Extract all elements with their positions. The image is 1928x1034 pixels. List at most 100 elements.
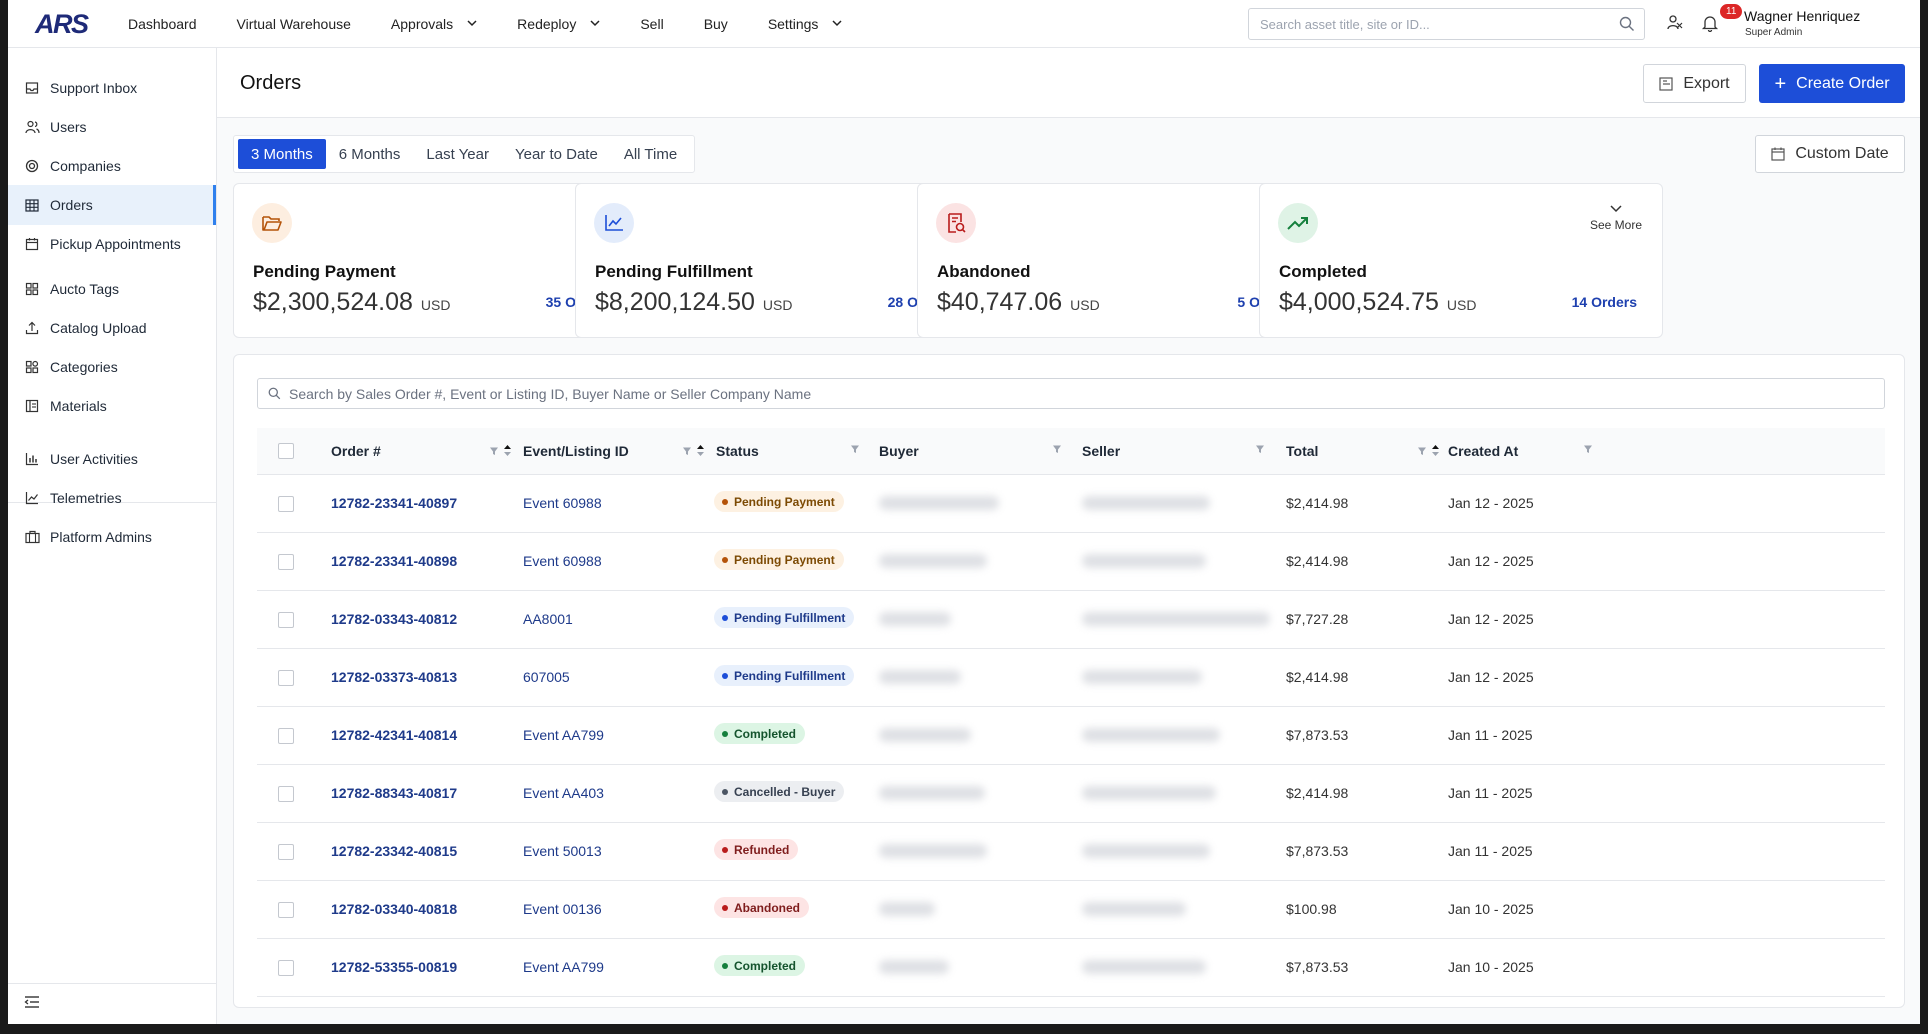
range-option-3-months[interactable]: 3 Months (238, 139, 326, 169)
order-number-link[interactable]: 12782-03373-40813 (331, 669, 457, 685)
table-row[interactable]: 12782-03343-40812 AA8001 Pending Fulfillme… (257, 591, 1885, 649)
column-header-order[interactable]: Order # (331, 443, 381, 459)
sort-icon[interactable] (696, 444, 705, 457)
sidebar-item-catalog-upload[interactable]: Catalog Upload (8, 308, 216, 348)
event-listing-link[interactable]: Event AA403 (523, 785, 604, 801)
sidebar-item-pickup-appointments[interactable]: Pickup Appointments (8, 224, 216, 264)
order-number-link[interactable]: 12782-03340-40818 (331, 901, 457, 917)
sidebar-item-aucto-tags[interactable]: Aucto Tags (8, 269, 216, 309)
export-button[interactable]: Export (1643, 64, 1746, 103)
event-listing-link[interactable]: Event 60988 (523, 553, 602, 569)
column-header-event-listing-id[interactable]: Event/Listing ID (523, 443, 629, 459)
custom-date-button[interactable]: Custom Date (1755, 135, 1905, 173)
order-number-link[interactable]: 12782-53355-00819 (331, 959, 457, 975)
row-checkbox[interactable] (278, 902, 294, 918)
order-number-link[interactable]: 12782-23342-40815 (331, 843, 457, 859)
nav-item-label: Dashboard (128, 16, 197, 32)
range-option-last-year[interactable]: Last Year (413, 139, 502, 169)
row-checkbox[interactable] (278, 786, 294, 802)
row-checkbox[interactable] (278, 960, 294, 976)
search-icon[interactable] (1619, 16, 1635, 37)
column-header-seller[interactable]: Seller (1082, 443, 1120, 459)
row-checkbox[interactable] (278, 554, 294, 570)
sidebar-item-support-inbox[interactable]: Support Inbox (8, 68, 216, 108)
sidebar-item-user-activities[interactable]: User Activities (8, 439, 216, 479)
status-label: Cancelled - Buyer (734, 784, 836, 799)
bell-icon[interactable] (1701, 14, 1719, 37)
column-header-created-at[interactable]: Created At (1448, 443, 1518, 459)
select-all-checkbox[interactable] (278, 443, 294, 459)
export-label: Export (1683, 74, 1730, 92)
sidebar-item-users[interactable]: Users (8, 107, 216, 147)
filter-icon[interactable] (1583, 444, 1593, 454)
filter-icon[interactable] (682, 446, 692, 456)
stat-card-title: Pending Payment (253, 262, 396, 281)
table-row[interactable]: 12782-53355-00819 Event AA799 Completed $7,… (257, 939, 1885, 997)
sidebar-item-materials[interactable]: Materials (8, 386, 216, 426)
orders-search[interactable] (257, 378, 1885, 409)
sidebar: Support Inbox Users Companies Orders Pickup … (8, 48, 217, 1024)
row-checkbox[interactable] (278, 496, 294, 512)
filter-icon[interactable] (489, 446, 499, 456)
order-number-link[interactable]: 12782-23341-40897 (331, 495, 457, 511)
sort-icon[interactable] (1431, 444, 1440, 457)
global-search[interactable] (1248, 8, 1645, 40)
row-checkbox[interactable] (278, 670, 294, 686)
row-checkbox[interactable] (278, 612, 294, 628)
column-header-total[interactable]: Total (1286, 443, 1318, 459)
sidebar-item-platform-admins[interactable]: Platform Admins (8, 517, 216, 557)
order-number-link[interactable]: 12782-88343-40817 (331, 785, 457, 801)
column-header-buyer[interactable]: Buyer (879, 443, 919, 459)
row-checkbox[interactable] (278, 844, 294, 860)
sort-icon[interactable] (503, 444, 512, 457)
order-number-link[interactable]: 12782-03343-40812 (331, 611, 457, 627)
range-option-year-to-date[interactable]: Year to Date (502, 139, 611, 169)
event-listing-link[interactable]: Event AA799 (523, 727, 604, 743)
sidebar-item-companies[interactable]: Companies (8, 146, 216, 186)
sidebar-item-telemetries[interactable]: Telemetries (8, 478, 216, 518)
sidebar-item-categories[interactable]: Categories (8, 347, 216, 387)
row-checkbox[interactable] (278, 728, 294, 744)
event-listing-link[interactable]: AA8001 (523, 611, 573, 627)
filter-icon[interactable] (1417, 446, 1427, 456)
table-row[interactable]: 12782-23341-40897 Event 60988 Pending Paym… (257, 475, 1885, 533)
ars-logo[interactable]: ARS (35, 9, 89, 40)
nav-item-sell[interactable]: Sell (640, 16, 663, 32)
table-row[interactable]: 12782-42341-40814 Event AA799 Completed $7,… (257, 707, 1885, 765)
event-listing-link[interactable]: Event 60988 (523, 495, 602, 511)
column-header-status[interactable]: Status (716, 443, 759, 459)
stat-card-orders-link[interactable]: 14 Orders (1572, 294, 1637, 310)
nav-item-buy[interactable]: Buy (704, 16, 728, 32)
table-row[interactable]: 12782-23342-40815 Event 50013 Refunded $7,8… (257, 823, 1885, 881)
nav-item-redeploy[interactable]: Redeploy (517, 16, 600, 32)
global-search-input[interactable] (1249, 16, 1609, 32)
collapse-sidebar-icon[interactable] (24, 995, 40, 1014)
filter-icon[interactable] (1255, 444, 1265, 454)
event-listing-link[interactable]: 607005 (523, 669, 570, 685)
table-row[interactable]: 12782-03373-40813 607005 Pending Fulfillme… (257, 649, 1885, 707)
nav-item-approvals[interactable]: Approvals (391, 16, 477, 32)
table-row[interactable]: 12782-88343-40817 Event AA403 Cancelled - … (257, 765, 1885, 823)
event-listing-link[interactable]: Event 00136 (523, 901, 602, 917)
orders-search-input[interactable] (289, 385, 1869, 402)
filter-icon[interactable] (850, 444, 860, 454)
sidebar-item-orders[interactable]: Orders (8, 185, 216, 225)
range-option-6-months[interactable]: 6 Months (326, 139, 414, 169)
stat-card-completed[interactable]: Completed $4,000,524.75 USD 14 Orders See Mo… (1259, 183, 1663, 338)
event-listing-link[interactable]: Event 50013 (523, 843, 602, 859)
create-order-button[interactable]: + Create Order (1759, 64, 1905, 103)
nav-item-settings[interactable]: Settings (768, 16, 843, 32)
event-listing-link[interactable]: Event AA799 (523, 959, 604, 975)
impersonate-user-icon[interactable] (1666, 14, 1684, 37)
table-row[interactable]: 12782-03340-40818 Event 00136 Abandoned $10… (257, 881, 1885, 939)
order-number-link[interactable]: 12782-42341-40814 (331, 727, 457, 743)
table-row[interactable]: 12782-23341-40898 Event 60988 Pending Paym… (257, 533, 1885, 591)
order-total: $7,873.53 (1286, 843, 1349, 859)
filter-icon[interactable] (1052, 444, 1062, 454)
nav-item-virtual-warehouse[interactable]: Virtual Warehouse (237, 16, 351, 32)
user-name[interactable]: Wagner Henriquez (1744, 8, 1860, 24)
see-more-button[interactable]: See More (1585, 202, 1647, 232)
nav-item-dashboard[interactable]: Dashboard (128, 16, 197, 32)
order-number-link[interactable]: 12782-23341-40898 (331, 553, 457, 569)
range-option-all-time[interactable]: All Time (611, 139, 690, 169)
